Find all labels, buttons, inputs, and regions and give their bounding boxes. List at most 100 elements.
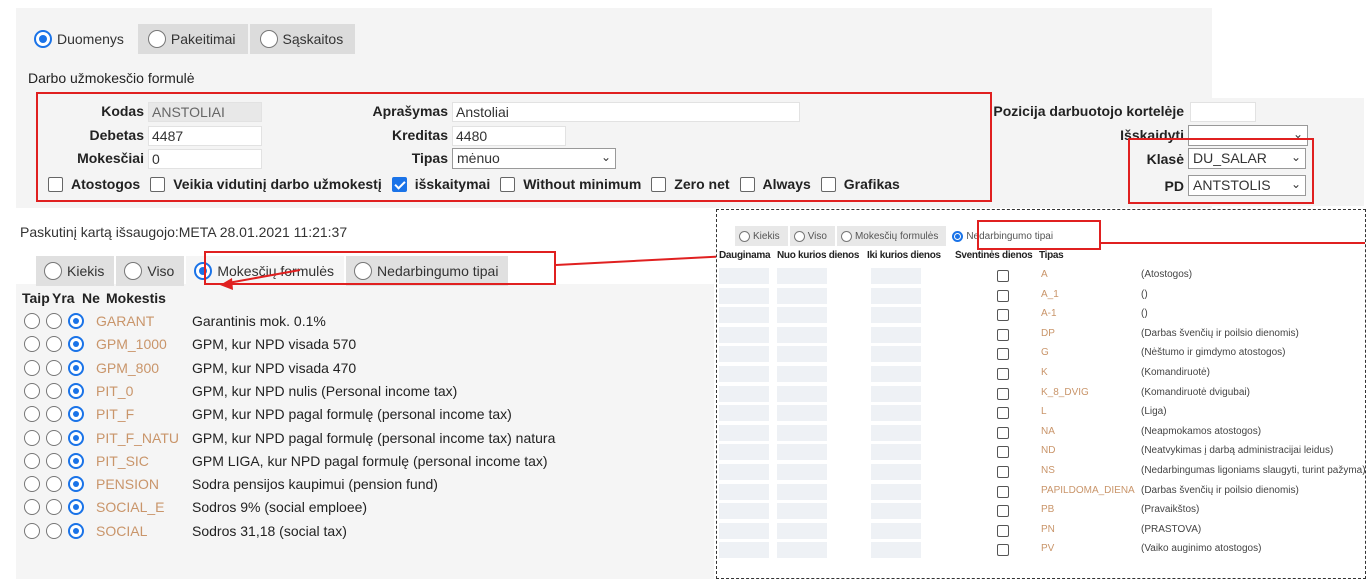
popup-tabs: Kiekis Viso Mokesčių formulės Nedarbingu… xyxy=(735,226,1063,246)
tipas-code: PV xyxy=(1041,543,1055,555)
sventines-checkbox[interactable] xyxy=(997,426,1009,439)
iki-dienos-input[interactable] xyxy=(871,424,921,441)
dauginama-input[interactable] xyxy=(719,385,769,402)
iki-dienos-input[interactable] xyxy=(871,522,921,539)
tipas-code: A-1 xyxy=(1041,308,1057,320)
iki-dienos-input[interactable] xyxy=(871,464,921,480)
tipas-desc: (Komandiruotė) xyxy=(1141,367,1210,378)
nuo-dienos-input[interactable] xyxy=(777,287,827,304)
sventines-checkbox[interactable] xyxy=(997,289,1009,302)
iki-dienos-input[interactable] xyxy=(871,542,921,559)
nuo-dienos-input[interactable] xyxy=(777,542,827,559)
tipas-code: K_8_DVIG xyxy=(1041,386,1089,398)
nuo-dienos-input[interactable] xyxy=(777,405,827,422)
tipas-code: NA xyxy=(1041,425,1055,437)
nuo-dienos-input[interactable] xyxy=(777,268,827,284)
nuo-dienos-input[interactable] xyxy=(777,366,827,382)
dauginama-input[interactable] xyxy=(719,287,769,304)
tipas-code: PN xyxy=(1041,523,1055,535)
iki-dienos-input[interactable] xyxy=(871,444,921,461)
tipas-desc: (PRASTOVA) xyxy=(1141,523,1202,535)
popup-tab-nedarbingumo-tipai[interactable]: Nedarbingumo tipai xyxy=(948,226,1062,246)
dauginama-input[interactable] xyxy=(719,366,769,382)
nuo-dienos-input[interactable] xyxy=(777,522,827,539)
dauginama-input[interactable] xyxy=(719,522,769,539)
iki-dienos-input[interactable] xyxy=(871,503,921,520)
sventines-checkbox[interactable] xyxy=(997,544,1009,557)
dauginama-input[interactable] xyxy=(719,464,769,480)
sventines-checkbox[interactable] xyxy=(997,446,1009,459)
iki-dienos-input[interactable] xyxy=(871,366,921,382)
radio-icon xyxy=(739,230,750,242)
radio-icon xyxy=(793,230,805,242)
sventines-checkbox[interactable] xyxy=(997,485,1009,498)
dauginama-input[interactable] xyxy=(719,405,769,422)
dauginama-input[interactable] xyxy=(719,542,769,559)
nuo-dienos-input[interactable] xyxy=(777,346,827,363)
iki-dienos-input[interactable] xyxy=(871,405,921,422)
tipas-desc: (Nedarbingumas ligoniams slaugyti, turin… xyxy=(1141,465,1366,476)
popup-tab-viso[interactable]: Viso xyxy=(789,226,835,246)
tipas-code: A xyxy=(1041,269,1048,280)
iki-dienos-input[interactable] xyxy=(871,287,921,304)
popup-header: Dauginama Nuo kurios dienos Iki kurios d… xyxy=(719,250,1064,261)
dauginama-input[interactable] xyxy=(719,346,769,363)
tipas-desc: (Darbas švenčių ir poilsio dienomis) xyxy=(1141,484,1299,496)
tipas-desc: (Neapmokamos atostogos) xyxy=(1141,425,1262,437)
dauginama-input[interactable] xyxy=(719,326,769,343)
nuo-dienos-input[interactable] xyxy=(777,464,827,480)
tipas-desc: (Liga) xyxy=(1141,406,1167,418)
tipas-desc: (Neatvykimas į darbą administracijai lei… xyxy=(1141,445,1334,457)
tipas-desc: () xyxy=(1141,288,1148,300)
tipas-code: PAPILDOMA_DIENA xyxy=(1041,484,1135,496)
dauginama-input[interactable] xyxy=(719,424,769,441)
iki-dienos-input[interactable] xyxy=(871,268,921,284)
highlight-line xyxy=(1101,242,1365,244)
tipas-desc: (Atostogos) xyxy=(1141,269,1193,280)
nedarbingumo-popup: Kiekis Viso Mokesčių formulės Nedarbingu… xyxy=(716,209,1366,579)
sventines-checkbox[interactable] xyxy=(997,466,1009,478)
tipas-desc: (Komandiruotė dvigubai) xyxy=(1141,386,1250,398)
dauginama-input[interactable] xyxy=(719,503,769,520)
dauginama-input[interactable] xyxy=(719,268,769,284)
nuo-dienos-input[interactable] xyxy=(777,444,827,461)
tipas-code: NS xyxy=(1041,465,1055,476)
sventines-checkbox[interactable] xyxy=(997,348,1009,361)
nuo-dienos-input[interactable] xyxy=(777,483,827,500)
tipas-code: A_1 xyxy=(1041,288,1059,300)
sventines-checkbox[interactable] xyxy=(997,328,1009,341)
arrow-line xyxy=(555,255,731,266)
tipas-code: L xyxy=(1041,406,1047,418)
nuo-dienos-input[interactable] xyxy=(777,503,827,520)
radio-icon xyxy=(840,230,852,242)
iki-dienos-input[interactable] xyxy=(871,326,921,343)
tipas-code: K xyxy=(1041,367,1048,378)
nuo-dienos-input[interactable] xyxy=(777,326,827,343)
popup-tab-mokesciu-formules[interactable]: Mokesčių formulės xyxy=(836,226,947,246)
nuo-dienos-input[interactable] xyxy=(777,307,827,324)
iki-dienos-input[interactable] xyxy=(871,346,921,363)
sventines-checkbox[interactable] xyxy=(997,309,1009,322)
arrow-line xyxy=(227,269,301,284)
tipas-code: PB xyxy=(1041,504,1055,516)
tipas-desc: (Nėštumo ir gimdymo atostogos) xyxy=(1141,347,1286,359)
tipas-code: ND xyxy=(1041,445,1056,457)
tipas-desc: (Vaiko auginimo atostogos) xyxy=(1141,543,1262,555)
tipas-code: G xyxy=(1041,347,1049,359)
nuo-dienos-input[interactable] xyxy=(777,385,827,402)
dauginama-input[interactable] xyxy=(719,444,769,461)
sventines-checkbox[interactable] xyxy=(997,407,1009,420)
radio-icon xyxy=(952,230,964,242)
sventines-checkbox[interactable] xyxy=(997,524,1009,537)
dauginama-input[interactable] xyxy=(719,483,769,500)
nuo-dienos-input[interactable] xyxy=(777,424,827,441)
iki-dienos-input[interactable] xyxy=(871,483,921,500)
sventines-checkbox[interactable] xyxy=(997,368,1009,380)
sventines-checkbox[interactable] xyxy=(997,387,1009,400)
iki-dienos-input[interactable] xyxy=(871,307,921,324)
sventines-checkbox[interactable] xyxy=(997,270,1009,282)
dauginama-input[interactable] xyxy=(719,307,769,324)
iki-dienos-input[interactable] xyxy=(871,385,921,402)
popup-tab-kiekis[interactable]: Kiekis xyxy=(735,226,788,246)
sventines-checkbox[interactable] xyxy=(997,505,1009,518)
